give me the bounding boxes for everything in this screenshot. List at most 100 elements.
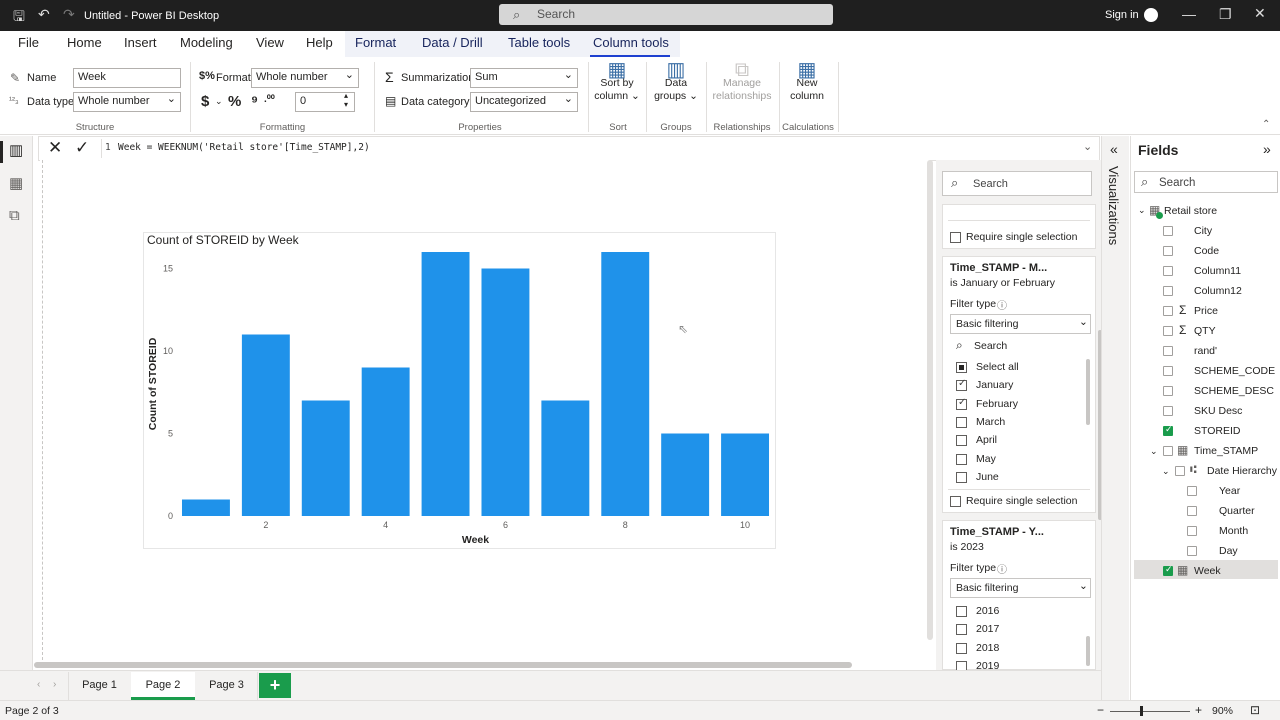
cancel-formula-icon[interactable]: ✕ xyxy=(48,138,62,158)
sign-in-link[interactable]: Sign in xyxy=(1105,9,1139,21)
menu-data-drill[interactable]: Data / Drill xyxy=(422,35,483,50)
field-item[interactable]: STOREID xyxy=(1194,425,1240,437)
zoom-in-icon[interactable]: + xyxy=(1195,703,1202,717)
hierarchy-level[interactable]: Year xyxy=(1219,485,1240,497)
hierarchy-level-checkbox[interactable] xyxy=(1187,526,1197,536)
page-tab-3[interactable]: Page 3 xyxy=(196,672,258,700)
close-icon[interactable]: ✕ xyxy=(1254,5,1266,22)
add-page-button[interactable]: + xyxy=(259,673,291,698)
name-input[interactable]: Week xyxy=(73,68,181,88)
require-single-checkbox[interactable] xyxy=(950,232,961,243)
stepper-down-icon[interactable]: ▾ xyxy=(344,100,348,109)
hierarchy-level[interactable]: Day xyxy=(1219,545,1238,557)
commit-formula-icon[interactable]: ✓ xyxy=(75,138,89,158)
filter-values-search[interactable]: ⌕ Search xyxy=(950,337,1091,355)
chevron-down-icon[interactable]: ⌄ xyxy=(1150,446,1158,457)
new-column-button[interactable]: ▦ New column xyxy=(784,60,830,103)
bar[interactable] xyxy=(541,400,590,517)
stepper-up-icon[interactable]: ▴ xyxy=(344,91,348,100)
chevron-down-icon[interactable]: ⌄ xyxy=(215,96,223,107)
field-item[interactable]: QTY xyxy=(1194,325,1216,337)
field-item[interactable]: rand' xyxy=(1194,345,1217,357)
chevron-down-icon[interactable]: ⌄ xyxy=(1162,466,1170,477)
prev-page-icon[interactable]: ‹ xyxy=(37,679,40,690)
zoom-out-icon[interactable]: − xyxy=(1097,703,1104,717)
field-checkbox[interactable] xyxy=(1163,366,1173,376)
menu-home[interactable]: Home xyxy=(67,35,102,50)
field-checkbox[interactable] xyxy=(1163,406,1173,416)
hierarchy-level-checkbox[interactable] xyxy=(1187,506,1197,516)
bar[interactable] xyxy=(721,433,770,517)
percent-icon[interactable]: % xyxy=(228,93,241,110)
date-hierarchy-field[interactable]: Date Hierarchy xyxy=(1207,465,1277,477)
field-checkbox[interactable] xyxy=(1163,286,1173,296)
field-item[interactable]: Price xyxy=(1194,305,1218,317)
filter-value-checkbox[interactable] xyxy=(956,453,967,465)
avatar[interactable] xyxy=(1144,8,1158,22)
date-hierarchy-checkbox[interactable] xyxy=(1175,466,1185,476)
datatype-select[interactable]: Whole number xyxy=(73,92,181,112)
formula-text[interactable]: Week = WEEKNUM('Retail store'[Time_STAMP… xyxy=(118,142,370,153)
menu-file[interactable]: File xyxy=(18,35,39,50)
filter-search-input[interactable]: ⌕ Search xyxy=(942,171,1092,196)
fields-search-input[interactable]: ⌕ Search xyxy=(1134,171,1278,193)
zoom-slider-track[interactable] xyxy=(1110,711,1190,712)
filter-type-select[interactable]: Basic filtering ⌄ xyxy=(950,314,1091,334)
field-item[interactable]: SCHEME_DESC xyxy=(1194,385,1274,397)
data-category-select[interactable]: Uncategorized xyxy=(470,92,578,112)
bar[interactable] xyxy=(421,252,470,516)
time-stamp-checkbox[interactable] xyxy=(1163,446,1173,456)
minimize-icon[interactable]: — xyxy=(1182,6,1196,22)
hierarchy-level[interactable]: Month xyxy=(1219,525,1248,537)
fit-to-page-icon[interactable]: ⊡ xyxy=(1250,703,1260,717)
field-checkbox[interactable] xyxy=(1163,424,1173,436)
year-list-scroll[interactable] xyxy=(1086,636,1090,666)
format-select[interactable]: Whole number xyxy=(251,68,359,88)
menu-table-tools[interactable]: Table tools xyxy=(508,35,570,50)
chevron-down-icon[interactable]: ⌄ xyxy=(1138,205,1146,216)
year-checkbox[interactable] xyxy=(956,642,967,654)
filter-value-checkbox[interactable] xyxy=(956,362,967,373)
year-checkbox[interactable] xyxy=(956,606,967,617)
expand-left-icon[interactable]: « xyxy=(1110,141,1118,157)
field-item[interactable]: Code xyxy=(1194,245,1219,257)
decimal-icon[interactable]: .⁰⁰ xyxy=(264,94,275,105)
table-name[interactable]: Retail store xyxy=(1164,205,1217,217)
bar[interactable] xyxy=(361,367,410,517)
year-checkbox[interactable] xyxy=(956,624,967,636)
filter-type-select[interactable]: Basic filtering ⌄ xyxy=(950,578,1091,598)
currency-icon[interactable]: $ xyxy=(201,93,209,110)
field-item[interactable]: Column11 xyxy=(1194,265,1241,277)
bar[interactable] xyxy=(181,499,230,517)
field-item[interactable]: SCHEME_CODE xyxy=(1194,365,1275,377)
time-stamp-field[interactable]: Time_STAMP xyxy=(1194,445,1258,457)
canvas-vscroll[interactable] xyxy=(927,160,933,640)
field-checkbox[interactable] xyxy=(1163,266,1173,276)
filter-value-checkbox[interactable] xyxy=(956,435,967,447)
menu-insert[interactable]: Insert xyxy=(124,35,157,50)
bar[interactable] xyxy=(301,400,350,517)
field-checkbox[interactable] xyxy=(1163,246,1173,256)
summarization-select[interactable]: Sum xyxy=(470,68,578,88)
hierarchy-level[interactable]: Quarter xyxy=(1219,505,1255,517)
zoom-slider-thumb[interactable] xyxy=(1140,706,1143,716)
filter-value-checkbox[interactable] xyxy=(956,378,967,392)
page-tab-2[interactable]: Page 2 xyxy=(131,672,195,700)
maximize-icon[interactable]: ❐ xyxy=(1219,6,1232,23)
manage-relationships-button[interactable]: ⧉ Manage relationships xyxy=(710,60,774,103)
bar[interactable] xyxy=(661,433,710,517)
field-item[interactable]: City xyxy=(1194,225,1212,237)
field-checkbox[interactable] xyxy=(1163,326,1173,336)
filter-value-checkbox[interactable] xyxy=(956,416,967,428)
field-item[interactable]: SKU Desc xyxy=(1194,405,1242,417)
save-icon[interactable]: 🖫 xyxy=(13,6,25,30)
collapse-ribbon-icon[interactable]: ⌃ xyxy=(1262,119,1270,130)
menu-column-tools[interactable]: Column tools xyxy=(593,35,669,50)
filter-value-checkbox[interactable] xyxy=(956,471,967,483)
field-checkbox[interactable] xyxy=(1163,306,1173,316)
menu-view[interactable]: View xyxy=(256,35,284,50)
week-field[interactable]: Week xyxy=(1194,565,1221,577)
require-single-checkbox-2[interactable] xyxy=(950,496,961,507)
menu-format[interactable]: Format xyxy=(355,35,396,50)
data-groups-button[interactable]: ▥ Data groups ⌄ xyxy=(651,60,701,103)
